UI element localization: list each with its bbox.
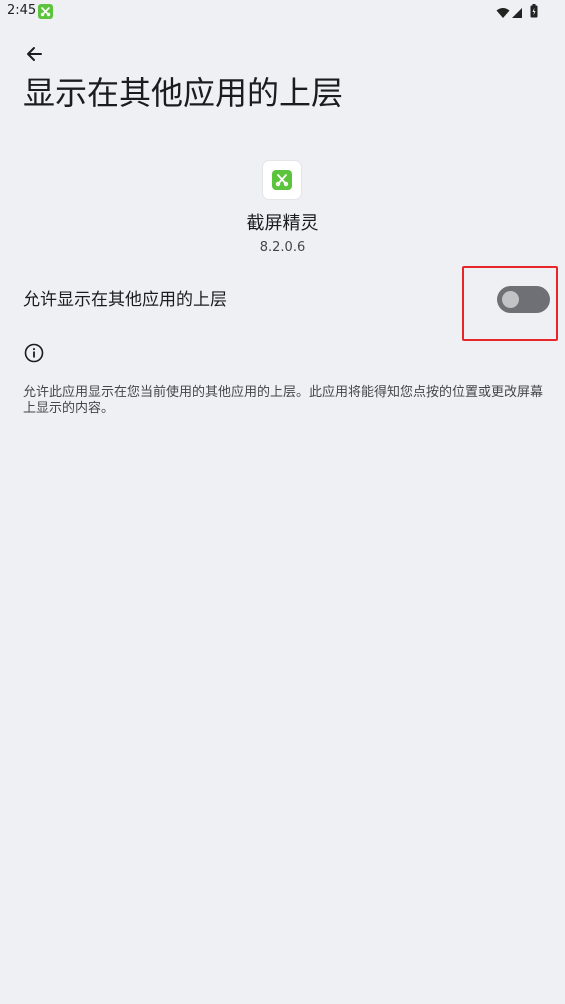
wifi-icon (496, 4, 510, 23)
info-icon (24, 343, 44, 363)
highlight-annotation (462, 266, 558, 341)
status-bar: 2:45 (0, 0, 565, 24)
permission-description: 允许此应用显示在您当前使用的其他应用的上层。此应用将能得知您点按的位置或更改屏幕… (23, 385, 544, 416)
signal-icon (511, 4, 523, 23)
status-time: 2:45 (7, 3, 37, 18)
battery-charging-icon (530, 3, 538, 22)
app-icon (263, 161, 301, 199)
screenshot-app-notification-icon (38, 4, 53, 19)
scissors-icon (272, 170, 292, 190)
page-title: 显示在其他应用的上层 (23, 74, 344, 112)
allow-overlay-label: 允许显示在其他应用的上层 (23, 290, 227, 310)
arrow-back-icon (27, 47, 42, 61)
app-version: 8.2.0.6 (259, 240, 306, 255)
app-name: 截屏精灵 (246, 213, 319, 234)
back-button[interactable] (18, 38, 50, 70)
